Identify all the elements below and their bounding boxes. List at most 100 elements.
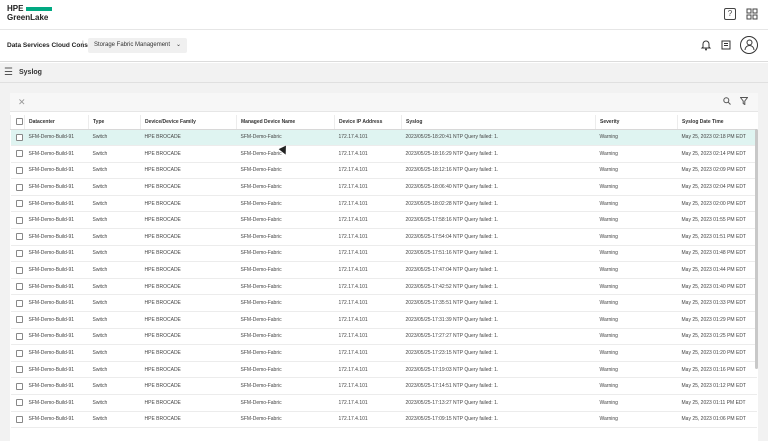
table-cell: 2023/05/25-18:16:29 NTP Query failed: 1. [401, 145, 596, 163]
row-checkbox[interactable] [10, 245, 25, 263]
table-cell: HPE BROCADE [140, 178, 237, 196]
column-header-6[interactable]: Severity [595, 115, 678, 130]
select-all-checkbox[interactable] [10, 115, 25, 130]
table-cell: 172.17.4.101 [334, 328, 402, 346]
table-cell: SFM-Demo-Fabric [236, 361, 335, 379]
column-header-1[interactable]: Type [88, 115, 141, 130]
table-cell: HPE BROCADE [140, 394, 237, 412]
row-checkbox[interactable] [10, 294, 25, 313]
table-cell: Switch [88, 311, 141, 329]
row-checkbox[interactable] [10, 361, 25, 379]
column-header-2[interactable]: Device/Device Family [140, 115, 237, 130]
row-checkbox[interactable] [10, 411, 25, 429]
service-selector[interactable]: Storage Fabric Management ⌄ [88, 38, 188, 53]
table-cell: Switch [88, 261, 141, 279]
table-cell: 2023/05/25-17:23:15 NTP Query failed: 1. [401, 344, 596, 362]
table-cell: 172.17.4.101 [334, 311, 402, 329]
column-header-5[interactable]: Syslog [401, 115, 596, 130]
table-cell: SFM-Demo-Fabric [236, 211, 335, 230]
table-row[interactable]: SFM-Demo-Build-91 Switch HPE BROCADE SFM-De… [10, 377, 757, 395]
column-header-3[interactable]: Managed Device Name [236, 115, 335, 130]
row-checkbox[interactable] [10, 145, 25, 163]
table-row[interactable]: SFM-Demo-Build-91 Switch HPE BROCADE SFM-De… [10, 361, 757, 379]
table-cell: SFM-Demo-Fabric [236, 311, 335, 329]
page-header: ☰ Syslog [0, 63, 768, 83]
table-cell: SFM-Demo-Build-91 [24, 411, 89, 429]
table-cell: 2023/05/25-17:14:51 NTP Query failed: 1. [401, 377, 596, 395]
table-row[interactable]: SFM-Demo-Build-91 Switch HPE BROCADE SFM-De… [10, 344, 757, 362]
table-cell: May 25, 2023 01:16 PM EDT [677, 361, 757, 379]
row-checkbox[interactable] [10, 328, 25, 346]
clear-icon[interactable]: ✕ [18, 97, 26, 108]
column-header-7[interactable]: Syslog Date Time [677, 115, 757, 130]
table-cell: May 25, 2023 01:06 PM EDT [677, 411, 757, 429]
table-cell: Warning [595, 211, 678, 230]
row-checkbox[interactable] [10, 178, 25, 196]
row-checkbox[interactable] [10, 195, 25, 213]
table-row[interactable]: SFM-Demo-Build-91 Switch HPE BROCADE SFM-De… [10, 311, 757, 329]
menu-icon[interactable]: ☰ [4, 67, 13, 78]
table-cell: Switch [88, 361, 141, 379]
column-header-0[interactable]: Datacenter [24, 115, 89, 130]
table-cell: 172.17.4.101 [334, 411, 402, 429]
table-cell: SFM-Demo-Fabric [236, 328, 335, 346]
help-icon[interactable]: ? [724, 8, 736, 20]
filter-icon[interactable] [739, 97, 749, 107]
row-checkbox[interactable] [10, 394, 25, 412]
row-checkbox[interactable] [10, 211, 25, 230]
table-cell: HPE BROCADE [140, 294, 237, 313]
table-cell: HPE BROCADE [140, 344, 237, 362]
user-avatar-icon[interactable] [740, 36, 758, 54]
row-checkbox[interactable] [10, 261, 25, 279]
row-checkbox[interactable] [10, 278, 25, 296]
book-icon[interactable] [720, 39, 732, 51]
row-checkbox[interactable] [10, 311, 25, 329]
bell-icon[interactable] [700, 39, 712, 51]
vertical-scrollbar[interactable] [755, 129, 758, 369]
table-row[interactable]: SFM-Demo-Build-91 Switch HPE BROCADE SFM-De… [10, 394, 757, 412]
table-row[interactable]: SFM-Demo-Build-91 Switch HPE BROCADE SFM-De… [10, 129, 757, 147]
table-row[interactable]: SFM-Demo-Build-91 Switch HPE BROCADE SFM-De… [10, 195, 757, 213]
table-row[interactable]: SFM-Demo-Build-91 Switch HPE BROCADE SFM-De… [10, 294, 757, 313]
table-cell: 172.17.4.101 [334, 344, 402, 362]
table-cell: May 25, 2023 02:14 PM EDT [677, 145, 757, 163]
table-cell: 2023/05/25-17:58:16 NTP Query failed: 1. [401, 211, 596, 230]
table-cell: SFM-Demo-Build-91 [24, 211, 89, 230]
row-checkbox[interactable] [10, 129, 25, 147]
table-row[interactable]: SFM-Demo-Build-91 Switch HPE BROCADE SFM-De… [10, 411, 757, 429]
table-cell: HPE BROCADE [140, 261, 237, 279]
table-row[interactable]: SFM-Demo-Build-91 Switch HPE BROCADE SFM-De… [10, 145, 757, 163]
table-row[interactable]: SFM-Demo-Build-91 Switch HPE BROCADE SFM-De… [10, 328, 757, 346]
table-cell: 2023/05/25-17:19:03 NTP Query failed: 1. [401, 361, 596, 379]
table-cell: 172.17.4.101 [334, 195, 402, 213]
table-cell: Switch [88, 195, 141, 213]
table-cell: HPE BROCADE [140, 228, 237, 246]
row-checkbox[interactable] [10, 344, 25, 362]
table-cell: Warning [595, 411, 678, 429]
hpe-greenlake-logo[interactable]: HPE GreenLake [7, 4, 52, 22]
row-checkbox[interactable] [10, 377, 25, 395]
apps-grid-icon[interactable] [746, 8, 758, 20]
table-row[interactable]: SFM-Demo-Build-91 Switch HPE BROCADE SFM-De… [10, 261, 757, 279]
table-row[interactable]: SFM-Demo-Build-91 Switch HPE BROCADE SFM-De… [10, 178, 757, 196]
table-cell: SFM-Demo-Fabric [236, 162, 335, 180]
table-cell: May 25, 2023 02:09 PM EDT [677, 162, 757, 180]
table-cell: 172.17.4.101 [334, 261, 402, 279]
row-checkbox[interactable] [10, 162, 25, 180]
service-selector-label: Storage Fabric Management [94, 42, 171, 48]
table-cell: Switch [88, 228, 141, 246]
search-icon[interactable] [723, 97, 731, 107]
table-row[interactable]: SFM-Demo-Build-91 Switch HPE BROCADE SFM-De… [10, 228, 757, 246]
table-cell: Switch [88, 211, 141, 230]
table-cell: SFM-Demo-Fabric [236, 278, 335, 296]
table-row[interactable]: SFM-Demo-Build-91 Switch HPE BROCADE SFM-De… [10, 278, 757, 296]
table-cell: HPE BROCADE [140, 129, 237, 147]
table-row[interactable]: SFM-Demo-Build-91 Switch HPE BROCADE SFM-De… [10, 211, 757, 230]
logo-accent-bar [26, 7, 52, 11]
table-cell: 2023/05/25-18:20:41 NTP Query failed: 1. [401, 129, 596, 147]
table-cell: HPE BROCADE [140, 162, 237, 180]
table-row[interactable]: SFM-Demo-Build-91 Switch HPE BROCADE SFM-De… [10, 162, 757, 180]
column-header-4[interactable]: Device IP Address [334, 115, 402, 130]
row-checkbox[interactable] [10, 228, 25, 246]
table-row[interactable]: SFM-Demo-Build-91 Switch HPE BROCADE SFM-De… [10, 245, 757, 263]
